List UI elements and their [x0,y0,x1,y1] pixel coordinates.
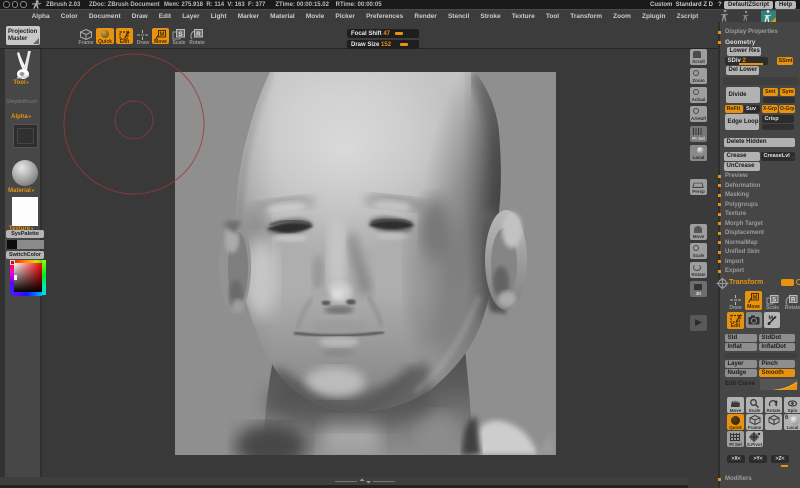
svg-text:M: M [160,32,165,38]
svg-text:R: R [791,297,796,303]
svg-text:M: M [753,295,758,301]
svg-text:S: S [772,297,776,303]
svg-text:R: R [196,30,201,37]
svg-text:S: S [178,30,183,37]
